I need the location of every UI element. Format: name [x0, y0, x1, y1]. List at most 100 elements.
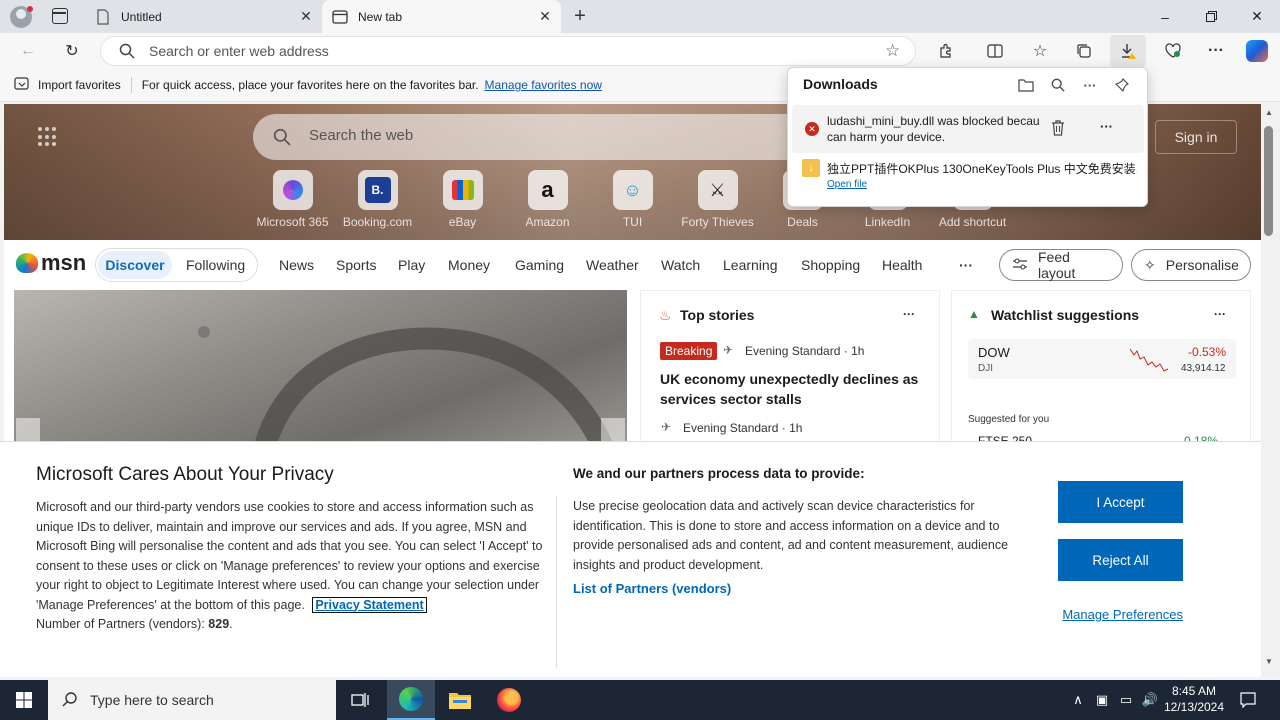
- split-screen-icon[interactable]: [979, 35, 1011, 67]
- favorites-hint: For quick access, place your favorites h…: [141, 78, 479, 92]
- sign-in-button[interactable]: Sign in: [1155, 120, 1237, 154]
- crossed-swords-icon: ⚔: [697, 170, 738, 210]
- privacy-statement-link[interactable]: Privacy Statement: [312, 596, 427, 613]
- web-search-input[interactable]: [309, 127, 789, 144]
- manage-preferences-link[interactable]: Manage Preferences: [1058, 607, 1183, 622]
- firefox-icon[interactable]: [485, 680, 533, 720]
- nav-shopping[interactable]: Shopping: [801, 257, 860, 273]
- edge-taskbar-icon[interactable]: [387, 680, 435, 720]
- delete-icon[interactable]: [1050, 119, 1066, 140]
- open-file-link[interactable]: Open file: [827, 179, 867, 190]
- start-button[interactable]: [0, 680, 48, 720]
- reject-all-button[interactable]: Reject All: [1058, 539, 1183, 581]
- personalise-label: Personalise: [1165, 257, 1239, 273]
- favorites-icon[interactable]: ☆: [1024, 35, 1056, 67]
- address-bar[interactable]: ☆: [100, 36, 916, 66]
- shortcut-booking[interactable]: B. Booking.com: [335, 170, 420, 236]
- shortcut-tui[interactable]: ☺ TUI: [590, 170, 675, 236]
- manage-favorites-link[interactable]: Manage favorites now: [485, 78, 602, 92]
- taskbar-search-input[interactable]: [90, 692, 310, 708]
- settings-more-icon[interactable]: ···: [1200, 35, 1232, 67]
- nav-play[interactable]: Play: [398, 257, 425, 273]
- system-clock[interactable]: 8:45 AM 12/13/2024: [1158, 683, 1230, 715]
- nav-learning[interactable]: Learning: [723, 257, 778, 273]
- more-options-button[interactable]: ···: [903, 307, 915, 321]
- web-search-box[interactable]: [253, 114, 813, 160]
- import-favorites-button[interactable]: Import favorites: [38, 78, 121, 92]
- shortcut-amazon[interactable]: a Amazon: [505, 170, 590, 236]
- task-view-icon[interactable]: [336, 680, 384, 720]
- favorite-star-icon[interactable]: ☆: [885, 41, 900, 61]
- nav-health[interactable]: Health: [882, 257, 922, 273]
- partners-list-link[interactable]: List of Partners (vendors): [573, 581, 731, 596]
- story-headline[interactable]: UK economy unexpectedly declines as serv…: [660, 369, 920, 409]
- nav-watch[interactable]: Watch: [661, 257, 700, 273]
- pin-icon[interactable]: [1112, 75, 1132, 95]
- story-source: Evening Standard · 1h: [683, 421, 803, 435]
- close-tab-icon[interactable]: ✕: [537, 8, 553, 24]
- tab-discover[interactable]: Discover: [98, 251, 172, 279]
- more-options-icon[interactable]: ···: [1080, 75, 1100, 95]
- more-options-button[interactable]: ···: [1214, 307, 1226, 321]
- refresh-button[interactable]: ↻: [56, 35, 88, 67]
- tab-new-tab[interactable]: New tab ✕: [322, 0, 561, 33]
- back-button[interactable]: ←: [12, 35, 44, 67]
- search-downloads-icon[interactable]: [1048, 75, 1068, 95]
- new-tab-button[interactable]: +: [568, 5, 592, 27]
- vertical-scrollbar[interactable]: ▲ ▼: [1261, 104, 1280, 677]
- top-stories-card: ♨ Top stories ··· Breaking ✈ Evening Sta…: [640, 290, 940, 450]
- tab-untitled[interactable]: Untitled ✕: [85, 0, 322, 33]
- newtab-icon: [332, 9, 348, 25]
- nav-sports[interactable]: Sports: [336, 257, 376, 273]
- close-tab-icon[interactable]: ✕: [298, 8, 314, 24]
- ticker-subtitle: DJI: [978, 363, 993, 374]
- download-item-blocked[interactable]: ✕ ludashi_mini_buy.dll was blocked becau…: [792, 105, 1144, 153]
- download-filename: 独立PPT插件OKPlus 130OneKeyTools Plus 中文免费安装…: [827, 162, 1137, 176]
- collections-icon[interactable]: [1068, 35, 1100, 67]
- tab-following[interactable]: Following: [186, 257, 245, 273]
- close-window-button[interactable]: ✕: [1234, 0, 1280, 33]
- feed-layout-button[interactable]: Feed layout: [999, 249, 1123, 281]
- profile-avatar[interactable]: [10, 6, 33, 28]
- shortcut-forty-thieves[interactable]: ⚔ Forty Thieves: [675, 170, 760, 236]
- msn-logo[interactable]: msn: [16, 250, 86, 276]
- app-launcher-icon[interactable]: [38, 127, 58, 147]
- nav-more-button[interactable]: ···: [959, 257, 973, 273]
- nav-money[interactable]: Money: [448, 257, 490, 273]
- scroll-up-icon[interactable]: ▲: [1265, 108, 1273, 117]
- scrollbar-thumb[interactable]: [1264, 126, 1273, 236]
- nav-weather[interactable]: Weather: [586, 257, 639, 273]
- notification-icon[interactable]: [1236, 680, 1260, 720]
- device-icon[interactable]: ▣: [1090, 680, 1114, 720]
- scroll-down-icon[interactable]: ▼: [1265, 657, 1273, 666]
- browser-essentials-icon[interactable]: [1157, 35, 1189, 67]
- extensions-icon[interactable]: [930, 35, 962, 67]
- network-icon[interactable]: ▭: [1114, 680, 1138, 720]
- open-folder-icon[interactable]: [1016, 75, 1036, 95]
- accept-button[interactable]: I Accept: [1058, 481, 1183, 523]
- nav-news[interactable]: News: [279, 257, 314, 273]
- import-favorites-icon[interactable]: [14, 76, 30, 94]
- downloads-icon[interactable]: [1110, 35, 1146, 67]
- personalise-button[interactable]: ✧ Personalise: [1131, 249, 1251, 281]
- download-item[interactable]: ↓ 独立PPT插件OKPlus 130OneKeyTools Plus 中文免费…: [792, 155, 1144, 195]
- shortcut-label: Deals: [787, 215, 818, 229]
- clock-time: 8:45 AM: [1171, 684, 1217, 698]
- taskbar: ∧ ▣ ▭ 🔊 8:45 AM 12/13/2024: [0, 680, 1280, 720]
- ticker-symbol: DOW: [978, 345, 1010, 360]
- stock-row[interactable]: DOW DJI -0.53% 43,914.12: [968, 339, 1236, 379]
- file-explorer-icon[interactable]: [436, 680, 484, 720]
- restore-button[interactable]: [1188, 0, 1234, 33]
- sparkle-icon: ✧: [1144, 256, 1156, 273]
- tab-actions-icon[interactable]: [52, 8, 68, 24]
- download-more-icon[interactable]: ···: [1100, 119, 1113, 134]
- shortcut-microsoft-365[interactable]: Microsoft 365: [250, 170, 335, 236]
- minimize-button[interactable]: –: [1142, 0, 1188, 33]
- taskbar-search[interactable]: [48, 680, 336, 720]
- address-input[interactable]: [149, 43, 849, 59]
- show-hidden-icons[interactable]: ∧: [1066, 680, 1090, 720]
- featured-story-image[interactable]: [14, 290, 627, 450]
- nav-gaming[interactable]: Gaming: [515, 257, 564, 273]
- shortcut-ebay[interactable]: eBay: [420, 170, 505, 236]
- copilot-icon[interactable]: [1246, 40, 1268, 62]
